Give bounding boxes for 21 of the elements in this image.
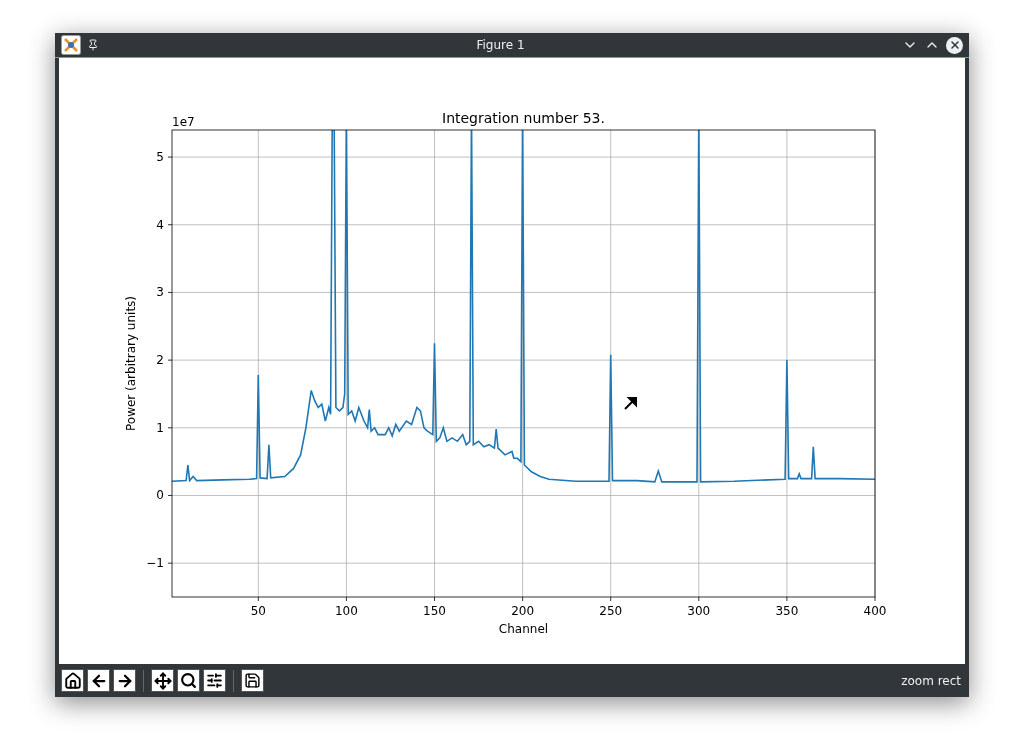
tick-label: 1 bbox=[156, 420, 164, 435]
tick-label: 100 bbox=[335, 604, 358, 618]
tick-label: 350 bbox=[775, 604, 799, 618]
window-title: Figure 1 bbox=[475, 37, 526, 54]
chart-title: Integration number 53. bbox=[442, 110, 605, 126]
y-axis-label: Power (arbitrary units) bbox=[124, 296, 138, 431]
x-axis-label: Channel bbox=[498, 622, 549, 636]
tick-label: 5 bbox=[156, 150, 164, 165]
tick-label: 300 bbox=[687, 604, 711, 618]
tick-label: 0 bbox=[156, 488, 164, 503]
tick-label: 4 bbox=[156, 217, 164, 232]
tick-label: 50 bbox=[250, 604, 266, 618]
tick-label: 200 bbox=[511, 604, 535, 618]
tick-label: 400 bbox=[863, 604, 887, 618]
tick-label: 250 bbox=[599, 604, 623, 618]
offset-label: 1e7 bbox=[172, 115, 195, 129]
tick-label: 2 bbox=[156, 353, 164, 368]
tick-label: 3 bbox=[156, 285, 164, 300]
tick-label: 150 bbox=[423, 604, 446, 618]
tick-label: −1 bbox=[146, 556, 164, 571]
status-message: zoom rect bbox=[901, 672, 962, 690]
